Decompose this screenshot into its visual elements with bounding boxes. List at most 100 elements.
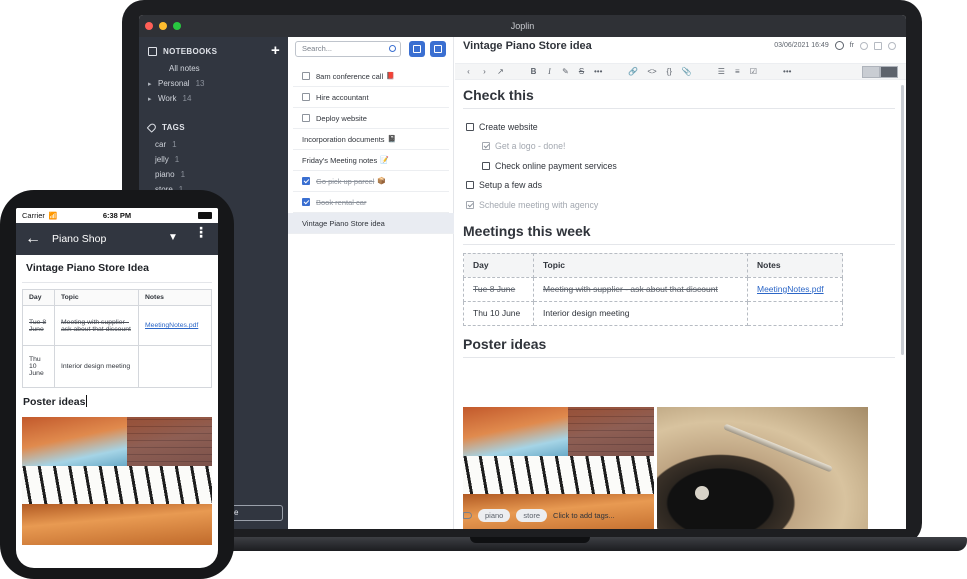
checklist-item[interactable]: Schedule meeting with agency: [463, 195, 895, 215]
table-cell: Interior design meeting: [533, 300, 748, 326]
window-titlebar: Joplin: [139, 15, 906, 37]
new-note-button[interactable]: [430, 41, 446, 57]
tags-header[interactable]: TAGS: [139, 117, 288, 137]
checklist-label: Get a logo - done!: [495, 141, 566, 152]
bullet-list-button[interactable]: ☰: [718, 67, 725, 76]
note-tag-store[interactable]: store: [516, 509, 548, 522]
close-window-button[interactable]: [145, 22, 153, 30]
note-language[interactable]: fr: [850, 42, 854, 49]
checklist-item[interactable]: Check online payment services: [463, 156, 895, 176]
mobile-app-bar: ← Piano Shop ▼ ⋮: [16, 223, 218, 255]
markdown-view-button[interactable]: [862, 66, 880, 78]
attachment-link[interactable]: MeetingNotes.pdf: [145, 322, 198, 329]
globe-icon[interactable]: [834, 41, 844, 50]
more-menu-icon[interactable]: ⋮: [194, 225, 208, 239]
tag-icon[interactable]: [463, 512, 472, 519]
todo-checkbox[interactable]: [302, 93, 310, 101]
note-item[interactable]: Friday's Meeting notes 📝: [293, 150, 449, 171]
note-item[interactable]: 8am conference call 📕: [293, 66, 449, 87]
checklist-checkbox[interactable]: [482, 161, 490, 170]
numbered-list-button[interactable]: ≡: [734, 67, 741, 76]
external-edit-button[interactable]: ↗: [497, 67, 504, 76]
note-item[interactable]: Incorporation documents 📓: [293, 129, 449, 150]
mobile-note-body[interactable]: Vintage Piano Store Idea Day Topic Notes…: [16, 255, 218, 545]
notebook-dropdown-icon[interactable]: ▼: [168, 232, 178, 243]
sidebar-item-label: car: [155, 140, 167, 149]
attachment-link[interactable]: MeetingNotes.pdf: [757, 284, 824, 294]
more-options-button[interactable]: •••: [783, 67, 791, 76]
note-emoji: 📦: [377, 178, 387, 185]
alarm-icon[interactable]: [860, 41, 868, 50]
highlight-button[interactable]: ✎: [562, 67, 569, 76]
heading-check-this: Check this: [463, 87, 895, 109]
checkbox-icon: [413, 45, 421, 53]
checklist-checkbox[interactable]: [482, 142, 490, 151]
checklist-item[interactable]: Get a logo - done!: [463, 137, 895, 157]
more-formatting-button[interactable]: •••: [594, 67, 602, 76]
note-item[interactable]: Book rental car: [293, 192, 449, 213]
note-item[interactable]: Go pick up parcel 📦: [293, 171, 449, 192]
todo-checkbox[interactable]: [302, 177, 310, 185]
status-time: 6:38 PM: [102, 211, 132, 220]
note-body[interactable]: Check this Create website Get a logo - d…: [463, 87, 895, 529]
sidebar-tag-piano[interactable]: piano 1: [139, 167, 288, 182]
code-block-button[interactable]: {}: [666, 67, 673, 76]
editor-scrollbar[interactable]: [901, 85, 904, 355]
back-arrow-icon[interactable]: ←: [25, 230, 41, 248]
italic-button[interactable]: I: [546, 67, 553, 76]
note-title[interactable]: Vintage Piano Store idea: [463, 40, 592, 52]
expand-arrow-icon[interactable]: ▸: [148, 95, 158, 103]
todo-checkbox[interactable]: [302, 198, 310, 206]
forward-button[interactable]: ›: [481, 67, 488, 76]
sidebar-tag-jelly[interactable]: jelly 1: [139, 152, 288, 167]
minimize-window-button[interactable]: [159, 22, 167, 30]
tag-icon: [146, 121, 158, 133]
search-input[interactable]: Search...: [295, 41, 401, 57]
mobile-note-title[interactable]: Vintage Piano Store Idea: [22, 255, 212, 283]
sidebar-tag-car[interactable]: car 1: [139, 137, 288, 152]
checklist-checkbox[interactable]: [466, 122, 474, 131]
new-todo-button[interactable]: [409, 41, 425, 57]
rich-text-view-button[interactable]: [880, 66, 898, 78]
sidebar-item-all-notes[interactable]: All notes: [139, 61, 288, 76]
checklist-checkbox[interactable]: [466, 181, 474, 190]
checklist-item[interactable]: Create website: [463, 117, 895, 137]
todo-checkbox[interactable]: [302, 72, 310, 80]
add-tags-link[interactable]: Click to add tags...: [553, 511, 615, 520]
checklist-item[interactable]: Setup a few ads: [463, 176, 895, 196]
expand-arrow-icon[interactable]: ▸: [148, 80, 158, 88]
attach-file-button[interactable]: 📎: [682, 67, 692, 76]
note-emoji: 📕: [386, 73, 395, 80]
sidebar-item-personal[interactable]: ▸ Personal 13: [139, 76, 288, 91]
add-notebook-button[interactable]: +: [271, 41, 280, 61]
editor-view-toggle[interactable]: [862, 66, 898, 78]
note-item-selected[interactable]: Vintage Piano Store idea: [288, 213, 454, 234]
note-item[interactable]: Hire accountant: [293, 87, 449, 108]
note-item-label: Friday's Meeting notes: [302, 155, 378, 165]
inline-code-button[interactable]: <>: [647, 67, 656, 76]
note-emoji: 📓: [387, 136, 397, 143]
link-button[interactable]: 🔗: [628, 67, 638, 76]
sidebar-item-work[interactable]: ▸ Work 14: [139, 91, 288, 106]
checklist-button[interactable]: ☑: [750, 67, 757, 76]
back-button[interactable]: ‹: [465, 67, 472, 76]
table-cell: Tue 8 June: [463, 276, 534, 302]
layout-icon[interactable]: [874, 41, 882, 50]
table-header-row: Day Topic Notes: [463, 252, 843, 278]
table-header: Topic: [54, 289, 139, 306]
info-icon[interactable]: [888, 41, 896, 50]
checklist-checkbox[interactable]: [466, 200, 474, 209]
sidebar-item-label: All notes: [169, 64, 200, 73]
strikethrough-button[interactable]: S: [578, 67, 585, 76]
table-cell: Thu 10 June: [22, 345, 55, 388]
bold-button[interactable]: B: [530, 67, 537, 76]
todo-checkbox[interactable]: [302, 114, 310, 122]
checklist-label: Setup a few ads: [479, 180, 543, 191]
note-tag-piano[interactable]: piano: [478, 509, 511, 522]
zoom-window-button[interactable]: [173, 22, 181, 30]
sidebar-item-count: 1: [174, 155, 180, 164]
note-item[interactable]: Deploy website: [293, 108, 449, 129]
note-icon: [434, 45, 442, 53]
table-cell: [747, 300, 843, 326]
notebooks-header[interactable]: NOTEBOOKS +: [139, 41, 288, 61]
